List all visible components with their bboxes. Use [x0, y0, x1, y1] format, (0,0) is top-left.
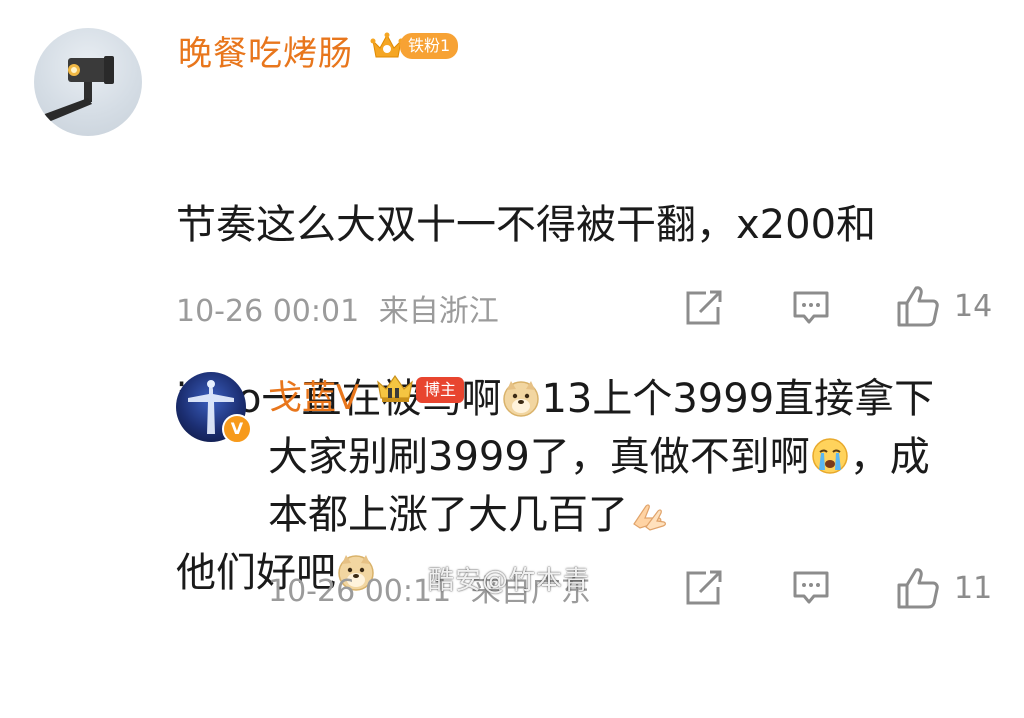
comment-text-line: 节奏这么大双十一不得被干翻，x200和 [176, 202, 877, 248]
comment-meta: 10-26 00:01 来自浙江 [176, 286, 499, 330]
location: 来自浙江 [378, 294, 499, 329]
reply-text-line: 大家别刷3999了，真做不到啊 ，成 [268, 428, 988, 486]
like-button[interactable]: 14 [896, 284, 992, 328]
fan-level-label: 铁粉1 [400, 33, 459, 59]
share-edit-icon [686, 290, 722, 325]
reply-repost-button[interactable] [684, 570, 724, 606]
reply-text-segment: 本都上涨了大几百了 [268, 492, 628, 538]
reply-like-button[interactable]: 11 [896, 566, 992, 610]
doge-emoji-icon [503, 381, 540, 417]
verified-badge: V [222, 414, 252, 444]
comment-bubble-icon [793, 571, 829, 604]
pray-hands-emoji-icon [633, 504, 666, 531]
host-label: 博主 [416, 377, 465, 403]
crown-icon [370, 32, 404, 58]
reply-text-segment: ，成 [849, 434, 930, 480]
timestamp: 10-26 00:01 [176, 294, 360, 329]
comment-bubble-icon [793, 291, 829, 324]
user-avatar[interactable] [34, 28, 142, 136]
reply-like-count: 11 [954, 570, 993, 606]
watermark: 酷安@竹本青 [428, 566, 591, 596]
host-badge[interactable]: 博主 [376, 374, 465, 406]
thumbs-up-icon [897, 568, 939, 609]
reply-username[interactable]: 戈蓝V [268, 370, 359, 419]
repost-button[interactable] [684, 290, 724, 326]
reply-comment-button[interactable] [792, 570, 830, 606]
reply-timestamp: 10-26 00:11 [268, 574, 452, 609]
crown-level-icon [377, 374, 413, 402]
crying-emoji-icon [812, 438, 848, 474]
thumbs-up-icon [897, 286, 939, 327]
reply-text: 大家别刷3999了，真做不到啊 ，成 本都上涨了大几百了 [268, 428, 988, 544]
share-edit-icon [686, 570, 722, 605]
like-count: 14 [954, 288, 993, 324]
reply-user-avatar[interactable]: V [176, 372, 252, 444]
fan-badge[interactable]: 铁粉1 [370, 30, 459, 62]
reply-text-line: 本都上涨了大几百了 [268, 486, 988, 544]
comment-item: 晚餐吃烤肠 铁粉1 节奏这么大双十一不得被干翻，x200和 iqoo一直在被骂啊… [0, 0, 1024, 596]
comment-button[interactable] [792, 290, 830, 326]
reply-text-segment: 大家别刷3999了，真做不到啊 [268, 434, 810, 480]
security-camera-avatar-icon [34, 56, 114, 128]
username[interactable]: 晚餐吃烤肠 [178, 26, 353, 75]
comment-text-segment: 13上个3999直接拿下 [541, 376, 935, 422]
